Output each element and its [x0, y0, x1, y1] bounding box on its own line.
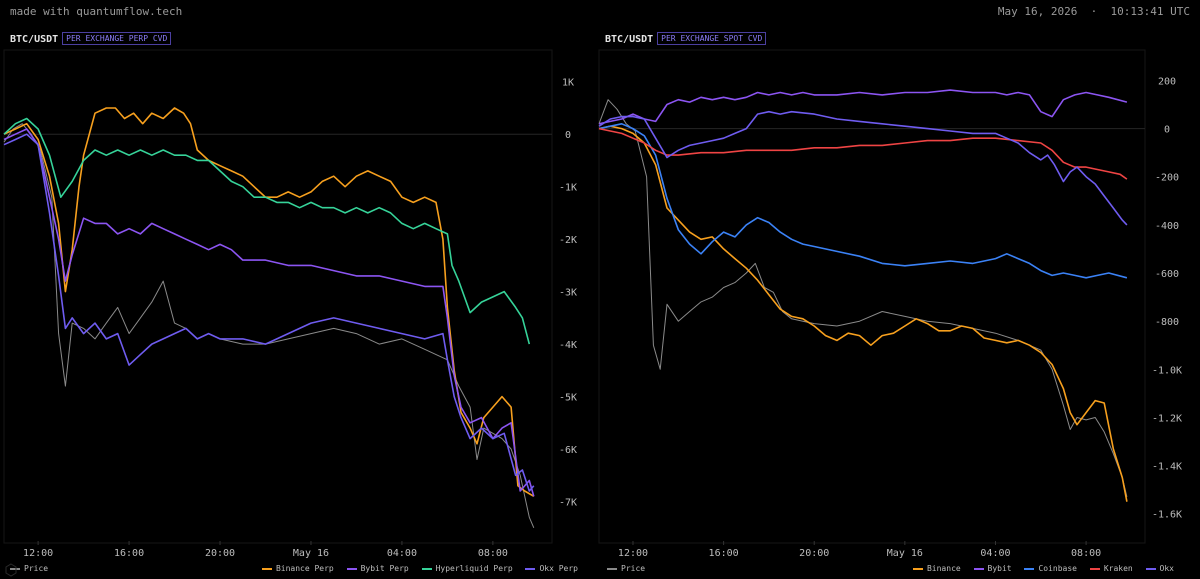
- perp-badge: PER EXCHANGE PERP CVD: [62, 32, 172, 45]
- binance-swatch: [261, 567, 272, 570]
- y-tick-label: -6K: [559, 445, 577, 456]
- x-tick-label: 20:00: [205, 548, 235, 559]
- x-tick-label: 04:00: [980, 548, 1010, 559]
- perp-chart-title: BTC/USDT PER EXCHANGE PERP CVD: [10, 32, 172, 45]
- y-tick-label: -1.6K: [1152, 510, 1182, 521]
- x-tick-label: May 16: [293, 548, 329, 559]
- y-tick-label: -1K: [559, 183, 577, 194]
- y-tick-label: -1.4K: [1152, 462, 1182, 473]
- legend-label: Okx Perp: [539, 564, 578, 573]
- kraken-swatch: [1089, 567, 1100, 570]
- y-tick-label: -7K: [559, 498, 577, 509]
- okx-swatch: [1145, 567, 1156, 570]
- legend-label: Okx: [1159, 564, 1174, 573]
- plot-frame: [3, 49, 553, 544]
- series-line-kraken: [598, 127, 1128, 180]
- y-tick-label: -4K: [559, 340, 577, 351]
- x-tick-label: May 16: [887, 548, 923, 559]
- coinbase-swatch: [1024, 567, 1035, 570]
- perp-price-legend-label: Price: [24, 564, 49, 573]
- legend-item-coinbase[interactable]: Coinbase: [1024, 564, 1077, 573]
- watermark-logo-icon: [5, 563, 17, 577]
- x-tick-label: 08:00: [1071, 548, 1101, 559]
- spot-series-legend: Binance Bybit Coinbase Kraken Okx: [905, 564, 1174, 573]
- timestamp-separator: ·: [1090, 5, 1098, 18]
- perp-symbol: BTC/USDT: [10, 34, 59, 45]
- y-tick-label: -3K: [559, 288, 577, 299]
- hyperliquid-swatch: [421, 567, 432, 570]
- y-tick-label: 200: [1158, 76, 1176, 87]
- perp-cvd-panel: 1K 0 -1K -2K -3K -4K -5K -6K -7K 12:00 16:00 20:00 M…: [0, 28, 596, 579]
- bybit-swatch: [973, 567, 984, 570]
- series-line-binance: [598, 125, 1128, 502]
- spot-cvd-chart[interactable]: 200 0 -200 -400 -600 -800 -1.0K -1.2K -1.4K -1.6K…: [597, 28, 1200, 579]
- y-tick-label: 0: [565, 130, 571, 141]
- bybit-swatch: [346, 567, 357, 570]
- spot-price-legend: Price: [607, 564, 645, 573]
- legend-item-hyperliquid-perp[interactable]: Hyperliquid Perp: [421, 564, 513, 573]
- plot-frame: [598, 49, 1146, 544]
- x-tick-label: 12:00: [618, 548, 648, 559]
- spot-price-legend-label: Price: [621, 564, 646, 573]
- legend-label: Bybit: [987, 564, 1012, 573]
- legend-item-binance[interactable]: Binance: [912, 564, 961, 573]
- x-tick-label: 12:00: [23, 548, 53, 559]
- y-tick-label: -400: [1155, 221, 1179, 232]
- legend-item-bybit[interactable]: Bybit: [973, 564, 1012, 573]
- okx-swatch: [525, 567, 536, 570]
- spot-chart-title: BTC/USDT PER EXCHANGE SPOT CVD: [605, 32, 767, 45]
- y-tick-label: -2K: [559, 235, 577, 246]
- y-tick-label: -1.0K: [1152, 365, 1182, 376]
- y-tick-label: -1.2K: [1152, 413, 1182, 424]
- y-tick-label: 0: [1164, 125, 1170, 136]
- legend-label: Kraken: [1103, 564, 1133, 573]
- legend-item-binance-perp[interactable]: Binance Perp: [261, 564, 334, 573]
- legend-item-bybit-perp[interactable]: Bybit Perp: [346, 564, 409, 573]
- price-series-line: [598, 99, 1128, 498]
- spot-cvd-panel: 200 0 -200 -400 -600 -800 -1.0K -1.2K -1.4K -1.6K…: [597, 28, 1200, 579]
- x-tick-label: 08:00: [478, 548, 508, 559]
- y-tick-label: 1K: [562, 78, 574, 89]
- legend-label: Hyperliquid Perp: [435, 564, 513, 573]
- binance-swatch: [912, 567, 923, 570]
- x-tick-label: 20:00: [799, 548, 829, 559]
- spot-symbol: BTC/USDT: [605, 34, 654, 45]
- series-line-hyperliquid-perp: [3, 117, 531, 345]
- x-tick-label: 16:00: [114, 548, 144, 559]
- legend-item-okx[interactable]: Okx: [1145, 564, 1174, 573]
- price-swatch: [607, 567, 617, 570]
- timestamp-date: May 16, 2026: [997, 5, 1078, 18]
- x-tick-label: 04:00: [387, 548, 417, 559]
- legend-label: Bybit Perp: [360, 564, 409, 573]
- legend-label: Binance Perp: [275, 564, 334, 573]
- y-tick-label: -600: [1155, 269, 1179, 280]
- legend-item-okx-perp[interactable]: Okx Perp: [525, 564, 578, 573]
- y-tick-label: -200: [1155, 173, 1179, 184]
- legend-label: Binance: [926, 564, 961, 573]
- y-tick-label: -800: [1155, 317, 1179, 328]
- series-line-bybit-perp: [3, 128, 535, 497]
- price-series-line: [3, 123, 535, 528]
- brand-caption: made with quantumflow.tech: [10, 5, 183, 18]
- spot-badge: PER EXCHANGE SPOT CVD: [657, 32, 767, 45]
- legend-label: Coinbase: [1038, 564, 1077, 573]
- top-bar: made with quantumflow.tech May 16, 2026 …: [0, 0, 1200, 24]
- x-tick-label: 16:00: [709, 548, 739, 559]
- series-line-binance-perp: [3, 107, 535, 497]
- perp-series-legend: Binance Perp Bybit Perp Hyperliquid Perp…: [254, 564, 578, 573]
- y-tick-label: -5K: [559, 393, 577, 404]
- series-line-bybit: [598, 89, 1128, 125]
- timestamp: May 16, 2026 · 10:13:41 UTC: [998, 5, 1190, 18]
- perp-cvd-chart[interactable]: 1K 0 -1K -2K -3K -4K -5K -6K -7K 12:00 16:00 20:00 M…: [0, 28, 596, 579]
- timestamp-time: 10:13:41 UTC: [1110, 5, 1190, 18]
- legend-item-kraken[interactable]: Kraken: [1089, 564, 1133, 573]
- series-line-okx-perp: [3, 133, 535, 492]
